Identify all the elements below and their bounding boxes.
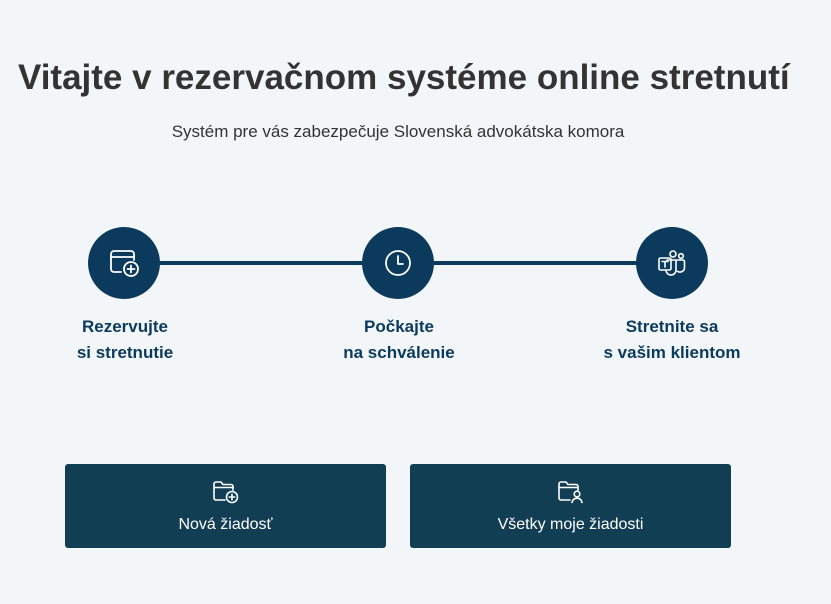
- all-requests-button[interactable]: Všetky moje žiadosti: [410, 464, 731, 548]
- step-reserve-line1: Rezervujte: [82, 317, 168, 336]
- step-wait-line2: na schválenie: [343, 343, 455, 362]
- step-meet-line2: s vašim klientom: [603, 343, 741, 362]
- step-wait-label: Počkajte na schválenie: [289, 314, 509, 366]
- page-title: Vitajte v rezervačnom systéme online str…: [18, 58, 790, 97]
- step-meet-label: Stretnite sa s vašim klientom: [562, 314, 782, 366]
- progress-connector-1: [158, 261, 364, 265]
- step-meet-circle: [636, 227, 708, 299]
- step-reserve-label: Rezervujte si stretnutie: [15, 314, 235, 366]
- page-subtitle: Systém pre vás zabezpečuje Slovenská adv…: [171, 122, 625, 141]
- calendar-add-icon: [110, 250, 139, 277]
- step-meet-line1: Stretnite sa: [625, 317, 719, 336]
- step-wait-circle: [362, 227, 434, 299]
- all-requests-label: Všetky moje žiadosti: [497, 516, 644, 533]
- new-request-label: Nová žiadosť: [178, 516, 273, 533]
- folder-add-icon: [212, 481, 238, 504]
- folder-person-icon: [557, 481, 583, 504]
- page: Vitajte v rezervačnom systéme online str…: [0, 0, 831, 604]
- step-wait-line1: Počkajte: [364, 317, 434, 336]
- progress-connector-2: [432, 261, 638, 265]
- new-request-button[interactable]: Nová žiadosť: [65, 464, 386, 548]
- step-reserve-circle: [88, 227, 160, 299]
- step-reserve-line2: si stretnutie: [76, 343, 174, 362]
- teams-icon: [658, 250, 686, 276]
- clock-icon: [385, 250, 411, 276]
